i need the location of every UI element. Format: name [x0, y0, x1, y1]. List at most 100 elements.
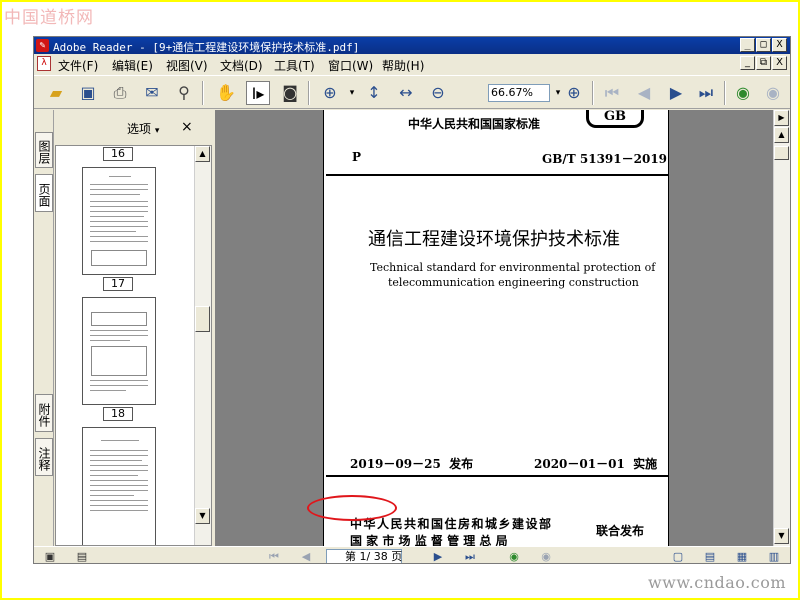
- prev-page-icon[interactable]: ◀: [298, 549, 314, 563]
- doc-title-en-line-1: Technical standard for environmental pro…: [370, 261, 656, 274]
- page-thumbnail[interactable]: [82, 427, 156, 545]
- watermark-bottom: www.cndao.com: [647, 573, 786, 592]
- first-page-icon[interactable]: ⏮: [600, 81, 624, 105]
- close-panel-button[interactable]: ×: [181, 119, 193, 135]
- window-title: Adobe Reader - [9+通信工程建设环境保护技术标准.pdf]: [53, 41, 360, 54]
- doc-restore-button[interactable]: ⧉: [756, 56, 771, 70]
- menu-document[interactable]: 文档(D): [220, 57, 263, 74]
- facing-icon[interactable]: ▦: [734, 549, 750, 563]
- first-page-icon[interactable]: ⏮: [266, 549, 282, 563]
- toolbar-separator: [202, 81, 204, 105]
- pages-panel-header: 选项 ▾ ×: [55, 110, 212, 145]
- doc-close-button[interactable]: X: [772, 56, 787, 70]
- search-icon[interactable]: ⚲: [172, 81, 196, 105]
- doc-classification: P: [352, 150, 362, 164]
- back-icon[interactable]: ◉: [506, 549, 522, 563]
- last-page-icon[interactable]: ⏭: [694, 81, 718, 105]
- scroll-down-icon[interactable]: ▼: [774, 528, 789, 544]
- menu-view[interactable]: 视图(V): [166, 57, 208, 74]
- reader-window: ✎ Adobe Reader - [9+通信工程建设环境保护技术标准.pdf] …: [33, 36, 791, 564]
- print-icon[interactable]: ⎙: [108, 81, 132, 105]
- tab-comments[interactable]: 注释: [35, 438, 53, 476]
- thumbnail-page-label: 16: [103, 147, 133, 161]
- thumbnail-page-label: 18: [103, 407, 133, 421]
- select-icon[interactable]: I▸: [246, 81, 270, 105]
- toolbar: ▰ ▣ ⎙ ✉ ⚲ ✋ I▸ ◙ ⊕ ▾ ↕ ↔ ⊖ 66.67% ▾ ⊕ ⏮ …: [34, 75, 790, 109]
- open-icon[interactable]: ▰: [44, 81, 68, 105]
- email-icon[interactable]: ✉: [140, 81, 164, 105]
- adobe-reader-icon: ✎: [36, 39, 49, 52]
- fit-width-icon[interactable]: ↔: [394, 81, 418, 105]
- back-icon[interactable]: ◉: [731, 81, 755, 105]
- pdf-page: 中华人民共和国国家标准 GB P GB/T 51391－2019 通信工程建设环…: [323, 110, 669, 548]
- scroll-up-icon[interactable]: ▲: [195, 146, 210, 162]
- maximize-button[interactable]: □: [756, 38, 771, 52]
- scroll-down-icon[interactable]: ▼: [195, 508, 210, 524]
- toolbar-separator: [592, 81, 594, 105]
- doc-minimize-button[interactable]: _: [740, 56, 755, 70]
- page-layout-icon[interactable]: ▤: [74, 549, 90, 563]
- watermark-top: 中国道桥网: [4, 8, 94, 28]
- options-menu[interactable]: 选项 ▾: [127, 120, 159, 137]
- continuous-facing-icon[interactable]: ▥: [766, 549, 782, 563]
- continuous-icon[interactable]: ▤: [702, 549, 718, 563]
- menu-window[interactable]: 窗口(W): [328, 57, 373, 74]
- scroll-thumb[interactable]: [774, 146, 789, 160]
- page-thumbnail[interactable]: [82, 297, 156, 405]
- doc-code: GB/T 51391－2019: [542, 152, 668, 166]
- gb-logo: GB: [586, 110, 644, 128]
- zoom-plus-icon[interactable]: ⊕: [562, 81, 586, 105]
- page-thumbnail[interactable]: [82, 167, 156, 275]
- scroll-right-icon[interactable]: ▶: [774, 110, 789, 126]
- menu-tools[interactable]: 工具(T): [274, 57, 315, 74]
- tab-attachments[interactable]: 附件: [35, 394, 53, 432]
- menu-file[interactable]: 文件(F): [58, 57, 98, 74]
- doc-rule: [326, 174, 668, 176]
- status-bar: ▣ ▤ ⏮ ◀ 第 1/ 38 页 ▶ ⏭ ◉ ◉ ▢ ▤ ▦ ▥: [34, 546, 790, 563]
- options-label: 选项: [127, 122, 152, 136]
- title-bar[interactable]: ✎ Adobe Reader - [9+通信工程建设环境保护技术标准.pdf] …: [34, 37, 790, 54]
- doc-header: 中华人民共和国国家标准: [408, 117, 541, 131]
- doc-effective-date: 2020－01－01 实施: [534, 457, 658, 471]
- scroll-up-icon[interactable]: ▲: [774, 127, 789, 143]
- snapshot-icon[interactable]: ◙: [278, 81, 302, 105]
- doc-issue-date: 2019－09－25 发布: [350, 457, 474, 471]
- chevron-down-icon[interactable]: ▾: [340, 81, 364, 105]
- menu-edit[interactable]: 编辑(E): [112, 57, 153, 74]
- single-page-icon[interactable]: ▢: [670, 549, 686, 563]
- doc-rule: [326, 475, 668, 477]
- toolbar-separator: [308, 81, 310, 105]
- menu-help[interactable]: 帮助(H): [382, 57, 424, 74]
- tab-pages[interactable]: 页面: [35, 174, 53, 212]
- fit-page-icon[interactable]: ↕: [362, 81, 386, 105]
- zoom-in-icon[interactable]: ⊕: [318, 81, 342, 105]
- chevron-down-icon: ▾: [154, 126, 160, 136]
- close-button[interactable]: X: [772, 38, 787, 52]
- doc-joint-release: 联合发布: [596, 524, 645, 538]
- highlight-circle: [307, 495, 397, 521]
- page-view-icon[interactable]: ▣: [42, 549, 58, 563]
- next-page-icon[interactable]: ▶: [664, 81, 688, 105]
- tab-layers[interactable]: 图层: [35, 132, 53, 168]
- prev-page-icon[interactable]: ◀: [632, 81, 656, 105]
- forward-icon[interactable]: ◉: [761, 81, 785, 105]
- zoom-out-icon[interactable]: ⊖: [426, 81, 450, 105]
- thumbnail-list: 16 17 18 ▲ ▼: [55, 145, 212, 546]
- toolbar-separator: [724, 81, 726, 105]
- document-view[interactable]: 中华人民共和国国家标准 GB P GB/T 51391－2019 通信工程建设环…: [215, 110, 773, 548]
- pages-panel: 选项 ▾ × 16 17 18 ▲ ▼: [55, 110, 212, 546]
- scroll-thumb[interactable]: [195, 306, 210, 332]
- minimize-button[interactable]: _: [740, 38, 755, 52]
- forward-icon[interactable]: ◉: [538, 549, 554, 563]
- hand-icon[interactable]: ✋: [214, 81, 238, 105]
- zoom-input[interactable]: 66.67%: [488, 84, 550, 102]
- page-number-input[interactable]: 第 1/ 38 页: [326, 549, 402, 563]
- doc-title-en-line-2: telecommunication engineering constructi…: [388, 276, 639, 289]
- save-icon[interactable]: ▣: [76, 81, 100, 105]
- last-page-icon[interactable]: ⏭: [462, 549, 478, 563]
- document-scrollbar[interactable]: ▶ ▲ ▼: [773, 110, 790, 546]
- next-page-icon[interactable]: ▶: [430, 549, 446, 563]
- navigation-tabs: 图层 页面 附件 注释: [34, 110, 54, 546]
- thumbnail-scrollbar[interactable]: ▲ ▼: [194, 146, 211, 545]
- pdf-document-icon: λ: [37, 56, 51, 71]
